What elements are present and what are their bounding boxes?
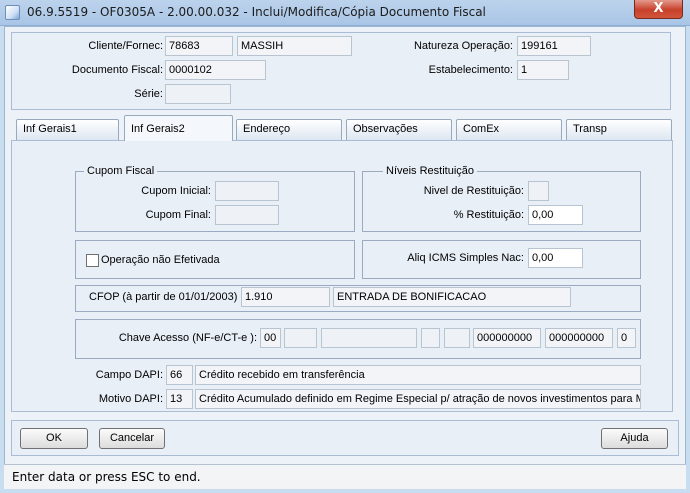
- app-icon: [5, 5, 20, 20]
- tab-inf-gerais1[interactable]: Inf Gerais1: [16, 119, 119, 140]
- operacao-checkbox[interactable]: [86, 254, 99, 267]
- chave-part7-field[interactable]: 000000000: [545, 328, 613, 348]
- estabelecimento-field[interactable]: 1: [517, 60, 569, 80]
- nivel-restituicao-label: Nivel de Restituição:: [423, 185, 524, 197]
- campo-dapi-code-field[interactable]: 66: [166, 365, 193, 385]
- natureza-field[interactable]: 199161: [517, 36, 591, 56]
- cfop-code-field[interactable]: 1.910: [241, 287, 330, 307]
- operacao-label: Operação não Efetivada: [101, 254, 220, 266]
- header-panel: Cliente/Fornec: 78683 MASSIH Natureza Op…: [11, 32, 671, 110]
- serie-label: Série:: [134, 88, 163, 100]
- chave-part6-field[interactable]: 000000000: [473, 328, 541, 348]
- window-title: 06.9.5519 - OF0305A - 2.00.00.032 - Incl…: [27, 5, 486, 19]
- cupom-fiscal-title: Cupom Fiscal: [84, 165, 158, 177]
- ok-button[interactable]: OK: [20, 428, 88, 449]
- cupom-final-field[interactable]: [215, 205, 279, 225]
- cliente-label: Cliente/Fornec:: [88, 40, 163, 52]
- chave-part8-field[interactable]: 0: [617, 328, 636, 348]
- tab-endereco[interactable]: Endereço: [236, 119, 342, 140]
- serie-field[interactable]: [165, 84, 231, 104]
- natureza-label: Natureza Operação:: [413, 40, 513, 52]
- help-button[interactable]: Ajuda: [601, 428, 668, 449]
- cfop-description-field[interactable]: ENTRADA DE BONIFICACAO: [333, 287, 571, 307]
- aliq-field[interactable]: 0,00: [528, 248, 583, 268]
- estabelecimento-label: Estabelecimento:: [428, 64, 513, 76]
- chave-label: Chave Acesso (NF-e/CT-e ):: [118, 332, 257, 344]
- tab-transp[interactable]: Transp: [566, 119, 672, 140]
- campo-dapi-desc-field[interactable]: Crédito recebido em transferência: [195, 365, 641, 385]
- niveis-restituicao-group: Níveis Restituição: [362, 165, 641, 232]
- cupom-final-label: Cupom Final:: [145, 209, 211, 221]
- chave-part2-field[interactable]: [284, 328, 317, 348]
- cliente-name-field[interactable]: MASSIH: [237, 36, 352, 56]
- chave-part4-field[interactable]: [421, 328, 440, 348]
- cancel-button[interactable]: Cancelar: [99, 428, 165, 449]
- campo-dapi-label: Campo DAPI:: [95, 369, 163, 381]
- motivo-dapi-label: Motivo DAPI:: [98, 393, 163, 405]
- cupom-inicial-field[interactable]: [215, 181, 279, 201]
- niveis-restituicao-title: Níveis Restituição: [383, 165, 478, 177]
- motivo-dapi-code-field[interactable]: 13: [166, 389, 193, 409]
- pct-restituicao-label: % Restituição:: [453, 209, 524, 221]
- close-button[interactable]: X: [634, 0, 683, 19]
- cliente-code-field[interactable]: 78683: [165, 36, 233, 56]
- title-bar: 06.9.5519 - OF0305A - 2.00.00.032 - Incl…: [0, 0, 690, 26]
- aliq-label: Aliq ICMS Simples Nac:: [407, 252, 524, 264]
- documento-field[interactable]: 0000102: [165, 60, 266, 80]
- pct-restituicao-field[interactable]: 0,00: [528, 205, 583, 225]
- tab-inf-gerais2[interactable]: Inf Gerais2: [124, 115, 233, 141]
- nivel-restituicao-field[interactable]: [528, 181, 549, 201]
- tab-comex[interactable]: ComEx: [456, 119, 562, 140]
- chave-part3-field[interactable]: [321, 328, 417, 348]
- documento-label: Documento Fiscal:: [71, 64, 163, 76]
- status-bar: Enter data or press ESC to end.: [4, 464, 686, 489]
- tab-observacoes[interactable]: Observações: [346, 119, 452, 140]
- motivo-dapi-desc-field[interactable]: Crédito Acumulado definido em Regime Esp…: [195, 389, 641, 409]
- chave-part1-field[interactable]: 00: [260, 328, 281, 348]
- chave-part5-field[interactable]: [444, 328, 470, 348]
- cfop-label: CFOP (à partir de 01/01/2003): [89, 291, 238, 303]
- cupom-inicial-label: Cupom Inicial:: [141, 185, 211, 197]
